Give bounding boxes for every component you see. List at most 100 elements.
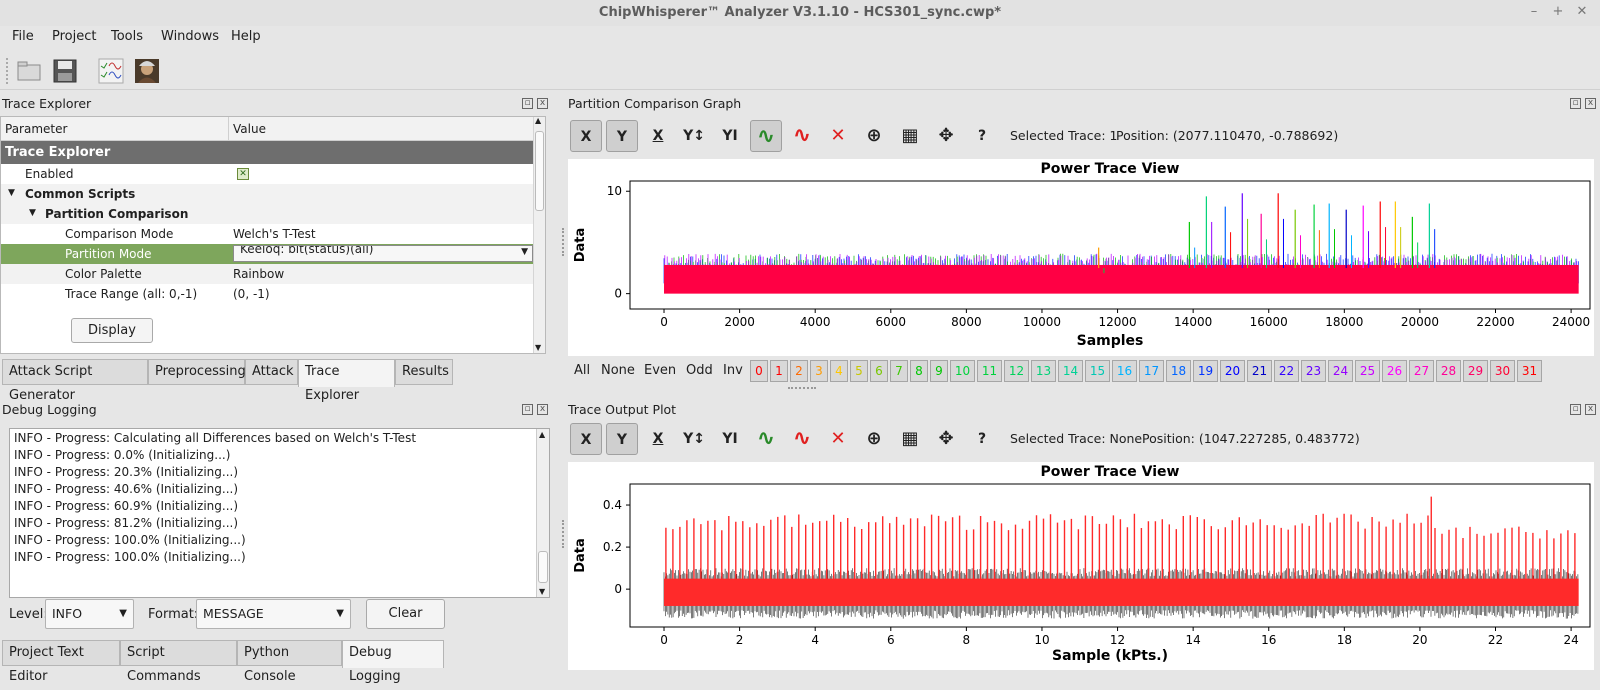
trace-toggle-8[interactable]: 8 bbox=[910, 360, 928, 382]
trace-toggle-23[interactable]: 23 bbox=[1301, 360, 1326, 382]
menu-help[interactable]: Help bbox=[231, 29, 261, 44]
close-dock-icon[interactable]: x bbox=[1585, 98, 1596, 109]
x-lock-button[interactable]: X bbox=[642, 423, 674, 455]
x-autoscale-button[interactable]: X bbox=[570, 120, 602, 152]
row-color-palette[interactable]: Color Palette Rainbow bbox=[1, 264, 535, 284]
column-value[interactable]: Value bbox=[233, 122, 266, 136]
close-dock-icon[interactable]: x bbox=[1585, 404, 1596, 415]
trace-toggle-3[interactable]: 3 bbox=[810, 360, 828, 382]
trace-toggle-1[interactable]: 1 bbox=[770, 360, 788, 382]
trace-toggle-18[interactable]: 18 bbox=[1166, 360, 1191, 382]
splitter-grip[interactable] bbox=[562, 228, 564, 256]
column-parameter[interactable]: Parameter bbox=[5, 122, 67, 136]
group-row-trace-explorer[interactable]: Trace Explorer bbox=[1, 141, 535, 164]
row-partition-mode[interactable]: Partition Mode Keeloq: bit(status)(all) … bbox=[1, 244, 535, 264]
trace-toggle-27[interactable]: 27 bbox=[1409, 360, 1434, 382]
log-output[interactable]: INFO - Progress: Calculating all Differe… bbox=[9, 428, 550, 598]
y-autoscale-button[interactable]: Y bbox=[606, 120, 638, 152]
clear-traces-icon[interactable]: ✕ bbox=[822, 423, 854, 455]
scroll-thumb[interactable] bbox=[538, 551, 548, 583]
trace-toggle-10[interactable]: 10 bbox=[950, 360, 975, 382]
select-none-button[interactable]: None bbox=[601, 360, 635, 382]
trace-toggle-2[interactable]: 2 bbox=[790, 360, 808, 382]
row-partition-comparison[interactable]: ▼ Partition Comparison bbox=[1, 204, 535, 224]
scroll-up-icon[interactable]: ▲ bbox=[535, 117, 541, 125]
trace-toggle-30[interactable]: 30 bbox=[1490, 360, 1515, 382]
tree-scrollbar[interactable]: ▲ ▼ bbox=[533, 117, 545, 353]
y-zoom-button[interactable]: Y↕ bbox=[678, 120, 710, 152]
tab-trace-explorer[interactable]: Trace Explorer bbox=[298, 359, 395, 403]
y-lock-button[interactable]: YI bbox=[714, 423, 746, 455]
tab-debug-logging[interactable]: Debug Logging bbox=[342, 640, 444, 684]
waveform-checklist-icon[interactable] bbox=[98, 58, 124, 84]
trace-toggle-14[interactable]: 14 bbox=[1058, 360, 1083, 382]
trace-toggle-13[interactable]: 13 bbox=[1031, 360, 1056, 382]
tab-attack-script-generator[interactable]: Attack Script Generator bbox=[2, 359, 148, 403]
trace-toggle-26[interactable]: 26 bbox=[1382, 360, 1407, 382]
trace-toggle-12[interactable]: 12 bbox=[1004, 360, 1029, 382]
splitter-grip[interactable] bbox=[562, 520, 564, 548]
help-icon[interactable]: ? bbox=[966, 120, 998, 152]
partition-plot-area[interactable]: Power Trace View Samples Data 0 2000 4000 6000… bbox=[568, 159, 1594, 356]
trace-toggle-4[interactable]: 4 bbox=[830, 360, 848, 382]
trace-toggle-17[interactable]: 17 bbox=[1139, 360, 1164, 382]
trace-toggle-22[interactable]: 22 bbox=[1274, 360, 1299, 382]
trace-toggle-29[interactable]: 29 bbox=[1463, 360, 1488, 382]
open-folder-icon[interactable] bbox=[16, 58, 42, 84]
select-all-button[interactable]: All bbox=[574, 360, 590, 382]
single-wave-icon[interactable]: ∿ bbox=[786, 120, 818, 152]
trace-toggle-5[interactable]: 5 bbox=[850, 360, 868, 382]
tab-python-console[interactable]: Python Console bbox=[237, 640, 342, 684]
trace-toggle-19[interactable]: 19 bbox=[1193, 360, 1218, 382]
trace-toggle-6[interactable]: 6 bbox=[870, 360, 888, 382]
tab-results[interactable]: Results bbox=[395, 359, 453, 385]
format-select[interactable]: MESSAGE ▼ bbox=[196, 599, 351, 629]
trace-toggle-0[interactable]: 0 bbox=[750, 360, 768, 382]
help-icon[interactable]: ? bbox=[966, 423, 998, 455]
trace-toggle-16[interactable]: 16 bbox=[1112, 360, 1137, 382]
scroll-down-icon[interactable]: ▼ bbox=[535, 343, 541, 352]
move-icon[interactable]: ✥ bbox=[930, 120, 962, 152]
trace-toggle-21[interactable]: 21 bbox=[1247, 360, 1272, 382]
trace-toggle-7[interactable]: 7 bbox=[890, 360, 908, 382]
float-icon[interactable]: ▫ bbox=[522, 98, 533, 109]
clear-traces-icon[interactable]: ✕ bbox=[822, 120, 854, 152]
portrait-icon[interactable] bbox=[134, 58, 160, 84]
display-button[interactable]: Display bbox=[71, 318, 153, 343]
y-zoom-button[interactable]: Y↕ bbox=[678, 423, 710, 455]
scroll-up-icon[interactable]: ▲ bbox=[539, 430, 545, 439]
partition-mode-select[interactable]: Keeloq: bit(status)(all) ▼ bbox=[233, 245, 533, 262]
trace-toggle-9[interactable]: 9 bbox=[930, 360, 948, 382]
scroll-down-icon[interactable]: ▼ bbox=[539, 587, 545, 596]
crosshair-icon[interactable]: ⊕ bbox=[858, 423, 890, 455]
row-common-scripts[interactable]: ▼ Common Scripts bbox=[1, 184, 535, 204]
close-dock-icon[interactable]: x bbox=[537, 98, 548, 109]
tab-attack[interactable]: Attack bbox=[245, 359, 298, 385]
grid-icon[interactable]: ▦ bbox=[894, 120, 926, 152]
persistence-wave-icon[interactable]: ∿ bbox=[750, 120, 782, 152]
tab-preprocessing[interactable]: Preprocessing bbox=[148, 359, 246, 385]
single-wave-icon[interactable]: ∿ bbox=[786, 423, 818, 455]
minimize-button[interactable]: – bbox=[1525, 4, 1543, 19]
trace-toggle-20[interactable]: 20 bbox=[1220, 360, 1245, 382]
trace-toggle-28[interactable]: 28 bbox=[1436, 360, 1461, 382]
y-lock-button[interactable]: YI bbox=[714, 120, 746, 152]
select-even-button[interactable]: Even bbox=[644, 360, 676, 382]
power-trace-chart[interactable]: Power Trace View Samples Data 0 2000 4000 6000… bbox=[568, 159, 1594, 356]
menu-windows[interactable]: Windows bbox=[161, 29, 219, 44]
save-icon[interactable] bbox=[52, 58, 78, 84]
x-autoscale-button[interactable]: X bbox=[570, 423, 602, 455]
select-inverse-button[interactable]: Inv bbox=[723, 360, 743, 382]
maximize-button[interactable]: + bbox=[1549, 4, 1567, 19]
float-icon[interactable]: ▫ bbox=[1570, 404, 1581, 415]
trace-toggle-11[interactable]: 11 bbox=[977, 360, 1002, 382]
trace-output-plot-area[interactable]: Power Trace View Sample (kPts.) Data 0 2 4 6 8 1… bbox=[568, 462, 1594, 670]
menu-file[interactable]: File bbox=[12, 29, 34, 44]
move-icon[interactable]: ✥ bbox=[930, 423, 962, 455]
trace-toggle-15[interactable]: 15 bbox=[1085, 360, 1110, 382]
splitter-grip[interactable] bbox=[788, 387, 816, 389]
trace-toggle-31[interactable]: 31 bbox=[1517, 360, 1542, 382]
trace-toggle-25[interactable]: 25 bbox=[1355, 360, 1380, 382]
close-button[interactable]: ✕ bbox=[1573, 4, 1591, 19]
close-dock-icon[interactable]: x bbox=[537, 404, 548, 415]
